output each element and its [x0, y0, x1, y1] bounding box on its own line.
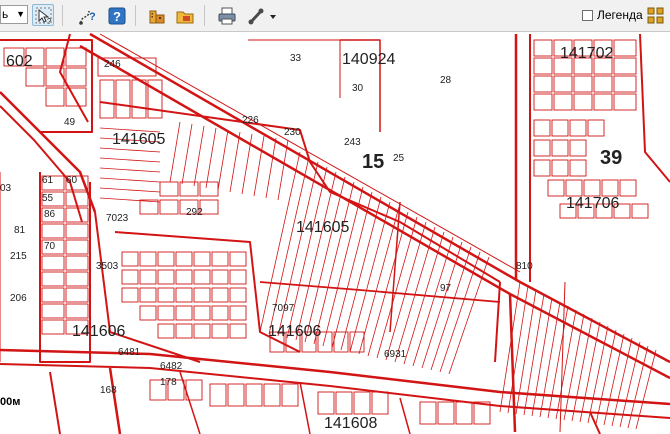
parcel-number-label: 226: [242, 115, 259, 126]
building-button[interactable]: [145, 4, 167, 26]
measure-tool-icon: [248, 8, 276, 25]
parcel-number-label: 140924: [342, 51, 396, 68]
parcel-number-label: 168: [100, 385, 117, 396]
parcel-number-label: 243: [344, 137, 361, 148]
parcel-number-label: 60: [66, 175, 78, 186]
help-query-button[interactable]: ?: [105, 4, 127, 26]
parcel-number-label: 55: [42, 193, 54, 204]
toolbar-separator: [135, 5, 136, 26]
parcel-number-label: 39: [600, 147, 623, 169]
folder-button[interactable]: [173, 4, 195, 26]
route-query-icon: ?: [79, 10, 96, 25]
parcel-number-label: 70: [44, 241, 56, 252]
parcel-number-label: 25: [393, 153, 405, 164]
svg-text:?: ?: [113, 9, 121, 24]
parcel-number-label: 28: [440, 75, 452, 86]
parcel-number-label: 178: [160, 377, 177, 388]
parcel-number-label: 141605: [296, 219, 350, 236]
svg-text:?: ?: [47, 17, 52, 26]
print-icon: [218, 7, 236, 25]
toolbar-separator: [62, 5, 63, 26]
parcel-number-label: 206: [10, 293, 27, 304]
map-viewer: ь ▼ ? ? ? Легенда 602 246 33 140924 28 1…: [0, 0, 670, 434]
print-button[interactable]: [215, 4, 237, 26]
parcel-number-label: 97: [440, 283, 452, 294]
parcel-number-label: 292: [186, 207, 203, 218]
legend-label: Легенда: [597, 8, 643, 22]
svg-text:?: ?: [89, 11, 96, 23]
parcel-number-label: 810: [516, 261, 533, 272]
toolbar-separator: [204, 5, 205, 26]
parcel-number-label: 141702: [560, 45, 614, 62]
parcel-number-label: 602: [6, 53, 33, 70]
scale-select-value: ь: [2, 7, 9, 21]
layers-grid-button[interactable]: [646, 6, 666, 26]
chevron-down-icon: ▼: [16, 9, 25, 19]
parcel-number-label: 33: [290, 53, 302, 64]
parcel-number-label: 6931: [384, 349, 407, 360]
parcel-number-label: 3503: [96, 261, 119, 272]
parcel-number-label: 141606: [72, 323, 126, 340]
parcel-number-label: 215: [10, 251, 27, 262]
parcel-number-label: 7097: [272, 303, 295, 314]
select-info-button[interactable]: ?: [32, 4, 54, 26]
scale-bar-label: 00м: [0, 396, 21, 408]
building-icon: [149, 10, 165, 24]
parcel-number-label: 141608: [324, 415, 378, 432]
parcel-number-label: 81: [14, 225, 26, 236]
parcel-number-label: 49: [64, 117, 76, 128]
parcel-number-label: 6482: [160, 361, 183, 372]
toolbar: ь ▼ ? ? ? Легенда: [0, 0, 670, 32]
parcel-number-label: 141605: [112, 131, 166, 148]
parcel-number-label: 03: [0, 183, 12, 194]
parcel-number-label: 61: [42, 175, 54, 186]
legend-checkbox[interactable]: [582, 10, 593, 21]
folder-icon: [176, 11, 194, 24]
grid-icon: [647, 7, 664, 24]
parcel-number-label: 86: [44, 209, 56, 220]
select-info-icon: ?: [35, 7, 52, 26]
parcel-number-label: 141706: [566, 195, 620, 212]
parcel-number-label: 30: [352, 83, 364, 94]
measure-tool-button[interactable]: [245, 4, 279, 26]
scale-select[interactable]: ь ▼: [0, 5, 28, 24]
help-query-icon: ?: [108, 7, 126, 25]
parcel-number-label: 7023: [106, 213, 129, 224]
parcel-number-label: 246: [104, 59, 121, 70]
parcel-number-label: 230: [284, 127, 301, 138]
cadastral-map[interactable]: 602 246 33 140924 28 141702 15 39 141706 141605 14…: [0, 32, 670, 434]
parcel-number-label: 15: [362, 151, 385, 173]
parcel-number-label: 141606: [268, 323, 322, 340]
route-query-button[interactable]: ?: [76, 4, 98, 26]
parcel-number-label: 6481: [118, 347, 141, 358]
